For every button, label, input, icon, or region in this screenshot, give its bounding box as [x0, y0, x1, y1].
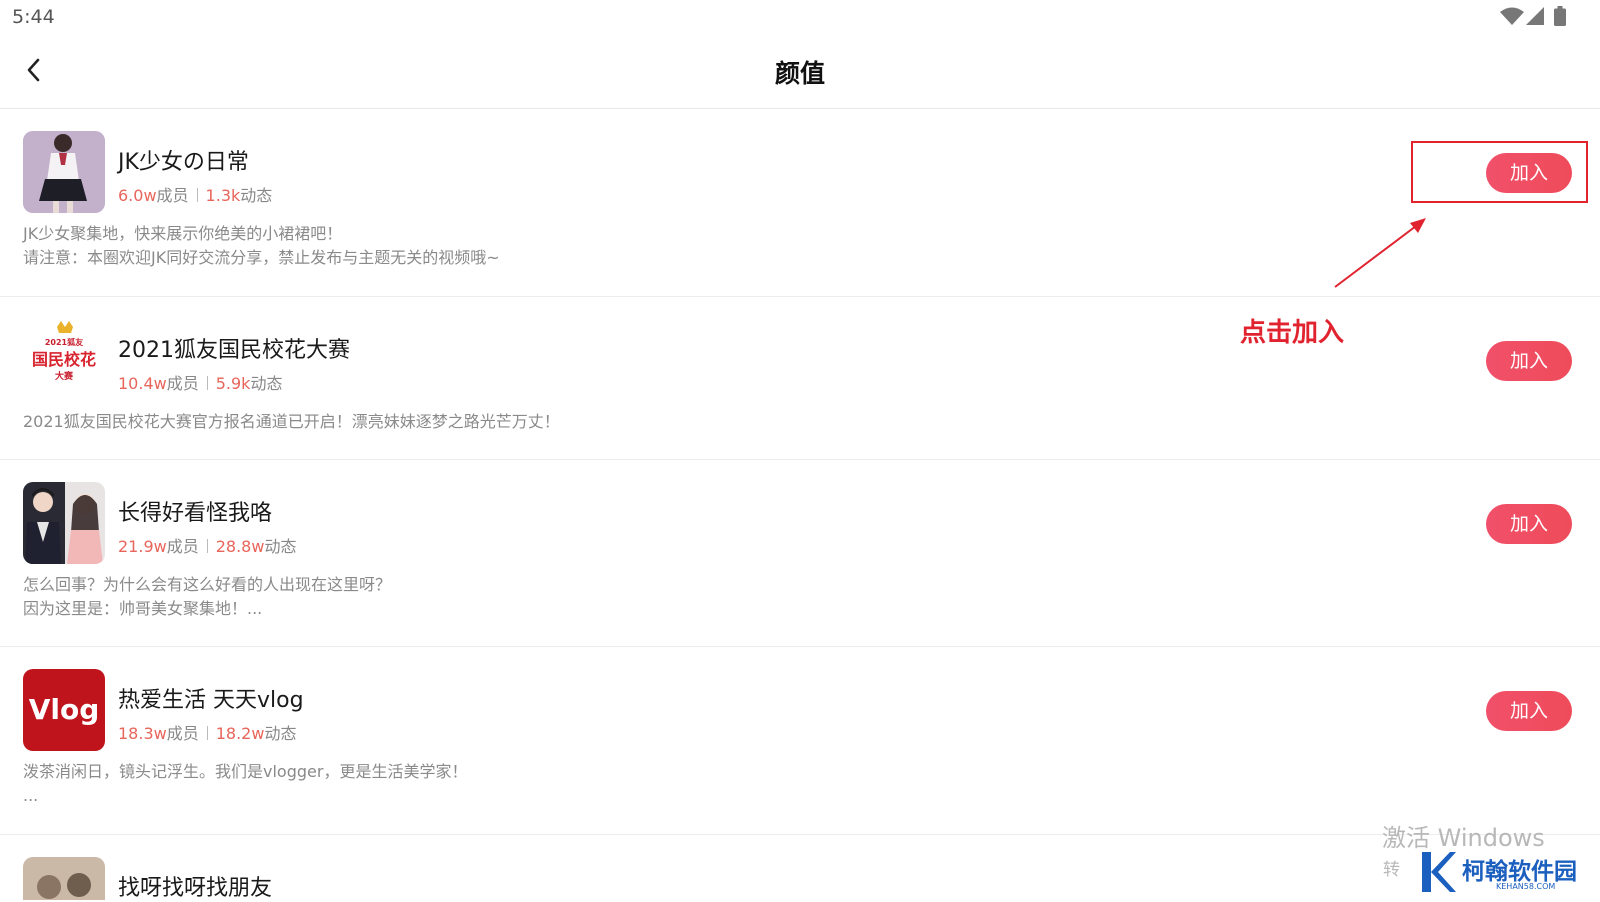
join-button[interactable]: 加入	[1486, 341, 1572, 381]
group-name: 长得好看怪我咯	[118, 501, 273, 526]
post-count: 5.9k	[215, 374, 251, 393]
member-label: 成员	[156, 186, 189, 205]
description-line: 泼茶消闲日，镜头记浮生。我们是vlogger，更是生活美学家！	[23, 762, 468, 781]
group-stats: 18.3w成员 18.2w动态	[118, 720, 296, 744]
annotation-label: 点击加入	[1240, 318, 1345, 348]
group-description: 2021狐友国民校花大赛官方报名通道已开启！漂亮妹妹逐梦之路光芒万丈！	[23, 410, 560, 434]
description-line: 请注意：本圈欢迎JK同好交流分享，禁止发布与主题无关的视频哦~	[23, 248, 500, 267]
group-description: 怎么回事？为什么会有这么好看的人出现在这里呀？ 因为这里是：帅哥美女聚集地！..…	[23, 573, 391, 621]
divider	[206, 376, 208, 390]
brand-url: KEHAN58.COM	[1496, 882, 1556, 891]
couple-photo-image	[23, 482, 105, 564]
group-stats: 10.4w成员 5.9k动态	[118, 370, 282, 394]
brand-k-icon	[1422, 852, 1456, 892]
group-avatar	[23, 131, 105, 213]
windows-activation-watermark-sub: 转	[1383, 860, 1400, 880]
vlog-logo-image: Vlog	[23, 669, 105, 751]
annotation-highlight-box	[1411, 141, 1588, 203]
list-item[interactable]: 2021狐友 国民校花 大赛 2021狐友国民校花大赛 10.4w成员 5.9k动…	[0, 296, 1600, 460]
group-name: 热爱生活 天天vlog	[118, 688, 304, 713]
contest-logo-top: 2021狐友	[45, 337, 83, 347]
contest-logo-main: 国民校花	[32, 350, 96, 369]
group-name: 找呀找呀找朋友	[118, 876, 273, 901]
post-label: 动态	[250, 374, 283, 393]
brand-name: 柯翰软件园	[1462, 859, 1577, 885]
description-line: 2021狐友国民校花大赛官方报名通道已开启！漂亮妹妹逐梦之路光芒万丈！	[23, 412, 560, 431]
divider	[206, 726, 208, 740]
annotation-arrow-icon	[1334, 218, 1426, 288]
group-avatar	[23, 857, 105, 900]
divider	[206, 539, 208, 553]
contest-logo-image: 2021狐友 国民校花 大赛	[23, 319, 105, 401]
page-title: 颜值	[774, 59, 825, 88]
list-item[interactable]: 长得好看怪我咯 21.9w成员 28.8w动态 怎么回事？为什么会有这么好看的人出…	[0, 459, 1600, 647]
member-label: 成员	[166, 537, 199, 556]
post-count: 28.8w	[215, 537, 265, 556]
post-label: 动态	[240, 186, 273, 205]
group-name: JK少女の日常	[118, 150, 249, 175]
post-count: 18.2w	[215, 724, 265, 743]
post-label: 动态	[264, 724, 297, 743]
contest-logo-bottom: 大赛	[55, 370, 74, 382]
vlog-logo-text: Vlog	[29, 693, 100, 726]
description-line: JK少女聚集地，快来展示你绝美的小裙裙吧！	[23, 224, 343, 243]
description-line: 因为这里是：帅哥美女聚集地！...	[23, 599, 263, 618]
battery-icon	[1554, 6, 1566, 26]
member-count: 18.3w	[118, 724, 167, 743]
description-line: ...	[23, 786, 39, 805]
group-description: 泼茶消闲日，镜头记浮生。我们是vlogger，更是生活美学家！ ...	[23, 760, 467, 808]
status-icons	[1500, 6, 1570, 27]
site-watermark: 柯翰软件园 KEHAN58.COM	[1420, 848, 1590, 900]
jk-girl-image	[23, 131, 105, 213]
header: 颜值	[0, 34, 1600, 109]
member-count: 10.4w	[118, 374, 167, 393]
group-stats: 6.0w成员 1.3k动态	[118, 182, 272, 206]
group-stats: 21.9w成员 28.8w动态	[118, 533, 296, 557]
member-label: 成员	[166, 374, 199, 393]
list-item[interactable]: 找呀找呀找朋友	[0, 834, 1600, 901]
group-avatar: Vlog	[23, 669, 105, 751]
post-count: 1.3k	[205, 186, 241, 205]
friends-photo-image	[23, 857, 105, 900]
divider	[196, 188, 198, 202]
status-time: 5:44	[12, 6, 55, 28]
group-description: JK少女聚集地，快来展示你绝美的小裙裙吧！ 请注意：本圈欢迎JK同好交流分享，禁…	[23, 222, 500, 270]
member-label: 成员	[166, 724, 199, 743]
description-line: 怎么回事？为什么会有这么好看的人出现在这里呀？	[23, 575, 392, 594]
signal-icon	[1526, 7, 1544, 25]
member-count: 21.9w	[118, 537, 167, 556]
wifi-icon	[1500, 7, 1524, 25]
group-avatar	[23, 482, 105, 564]
status-bar: 5:44	[0, 0, 1600, 34]
join-button[interactable]: 加入	[1486, 691, 1572, 731]
member-count: 6.0w	[118, 186, 157, 205]
group-name: 2021狐友国民校花大赛	[118, 338, 350, 363]
group-avatar: 2021狐友 国民校花 大赛	[23, 319, 105, 401]
join-button[interactable]: 加入	[1486, 504, 1572, 544]
list-item[interactable]: Vlog 热爱生活 天天vlog 18.3w成员 18.2w动态 泼茶消闲日，镜头…	[0, 646, 1600, 835]
post-label: 动态	[264, 537, 297, 556]
